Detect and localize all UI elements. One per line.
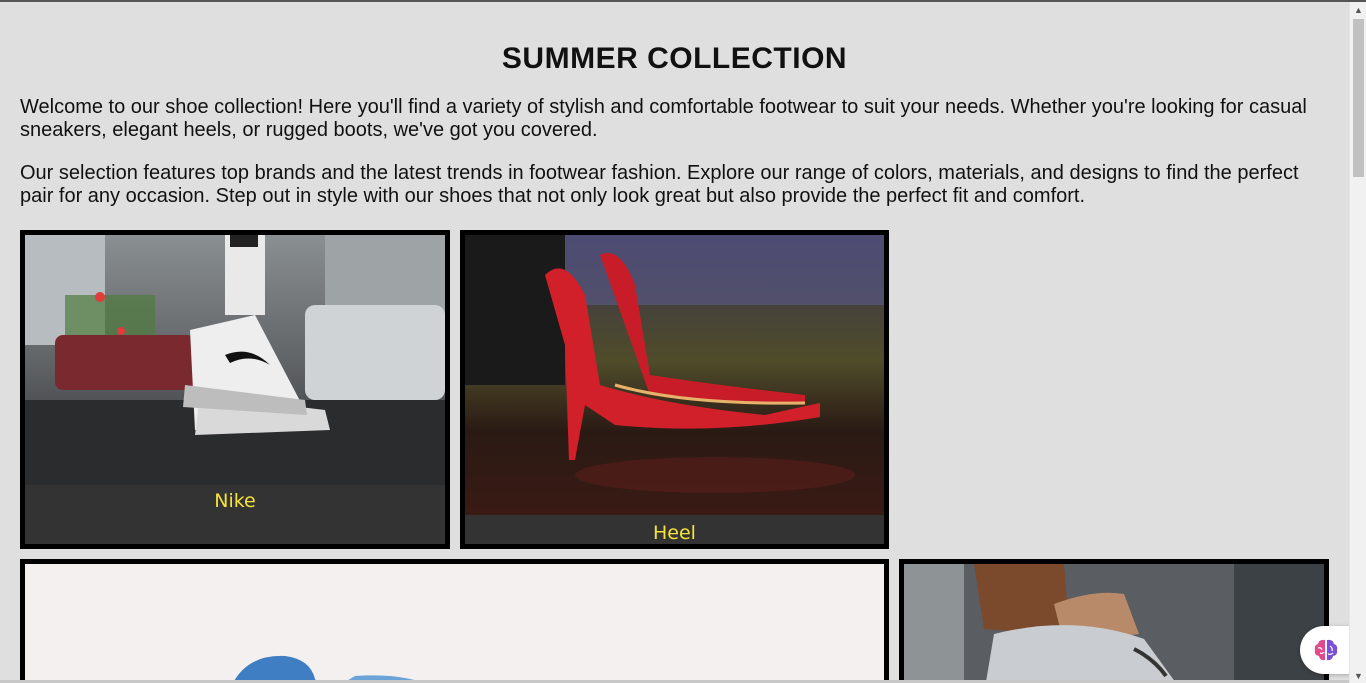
product-card-grey-sneaker[interactable] [899,559,1329,683]
product-card-blue-shoe[interactable] [20,559,889,683]
product-image-nike [25,235,445,485]
product-card-heel[interactable]: Heel [460,230,889,549]
product-image-blue-shoe [25,564,884,683]
scroll-down-icon[interactable]: ▼ [1350,668,1366,683]
assistant-widget-button[interactable] [1300,626,1352,674]
product-card-nike[interactable]: Nike [20,230,450,549]
scrollbar-thumb[interactable] [1353,19,1364,177]
product-caption-heel: Heel [653,522,696,544]
intro-paragraph-1: Welcome to our shoe collection! Here you… [20,96,1307,141]
page-title: SUMMER COLLECTION [501,42,848,75]
intro-paragraph-2: Our selection features top brands and th… [20,162,1299,207]
brain-icon [1314,639,1338,661]
scroll-up-icon[interactable]: ▲ [1350,2,1366,19]
page: SUMMER COLLECTION Welcome to our shoe co… [0,2,1349,683]
vertical-scrollbar[interactable]: ▲ ▼ [1349,2,1366,683]
product-caption-nike: Nike [214,490,256,512]
product-image-grey-sneaker [904,564,1324,683]
product-image-heel [465,235,884,515]
